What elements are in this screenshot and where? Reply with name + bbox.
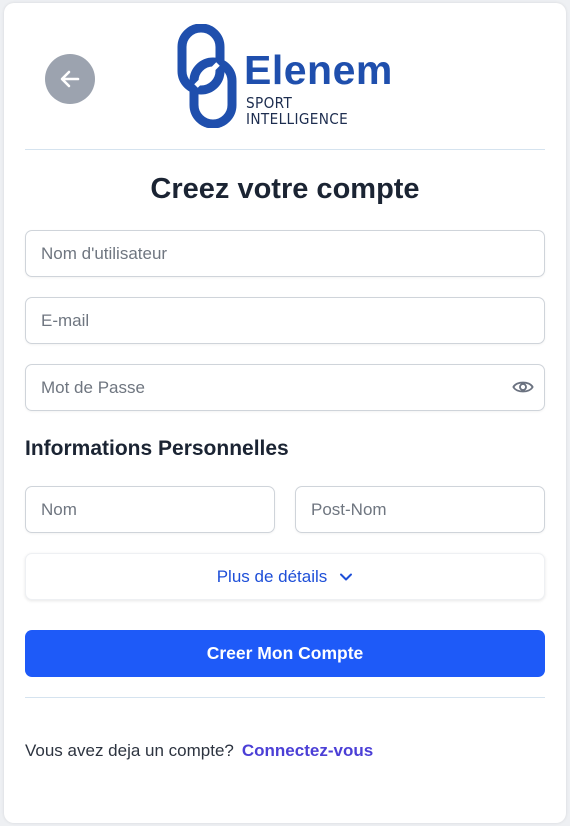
first-name-field	[25, 486, 275, 533]
create-account-button[interactable]: Creer Mon Compte	[25, 630, 545, 677]
brand-name: Elenem	[244, 47, 393, 93]
page-title: Creez votre compte	[150, 173, 420, 205]
email-input[interactable]	[26, 298, 544, 343]
back-button[interactable]	[45, 54, 95, 104]
first-name-input[interactable]	[26, 487, 274, 532]
login-link[interactable]: Connectez-vous	[242, 741, 373, 760]
chevron-down-icon	[340, 573, 353, 580]
brand-tagline: SPORT INTELLIGENCE	[246, 94, 349, 128]
more-details-label: Plus de détails	[216, 566, 328, 586]
more-details-toggle[interactable]: Plus de détails	[25, 553, 545, 600]
arrow-left-icon	[60, 70, 80, 88]
username-field	[25, 230, 545, 277]
login-prompt: Vous avez deja un compte? Connectez-vous	[25, 740, 373, 762]
login-question: Vous avez deja un compte?	[25, 741, 234, 760]
eye-icon[interactable]	[512, 377, 534, 397]
footer-divider	[25, 697, 545, 698]
last-name-field	[295, 486, 545, 533]
brand-logo: Elenem SPORT INTELLIGENCE	[176, 24, 406, 128]
chain-link-logo-icon	[177, 24, 237, 128]
header-divider	[25, 149, 545, 150]
username-input[interactable]	[26, 231, 544, 276]
last-name-input[interactable]	[296, 487, 544, 532]
password-input[interactable]	[26, 365, 544, 410]
email-field	[25, 297, 545, 344]
personal-info-heading: Informations Personnelles	[25, 437, 289, 460]
password-field	[25, 364, 545, 411]
